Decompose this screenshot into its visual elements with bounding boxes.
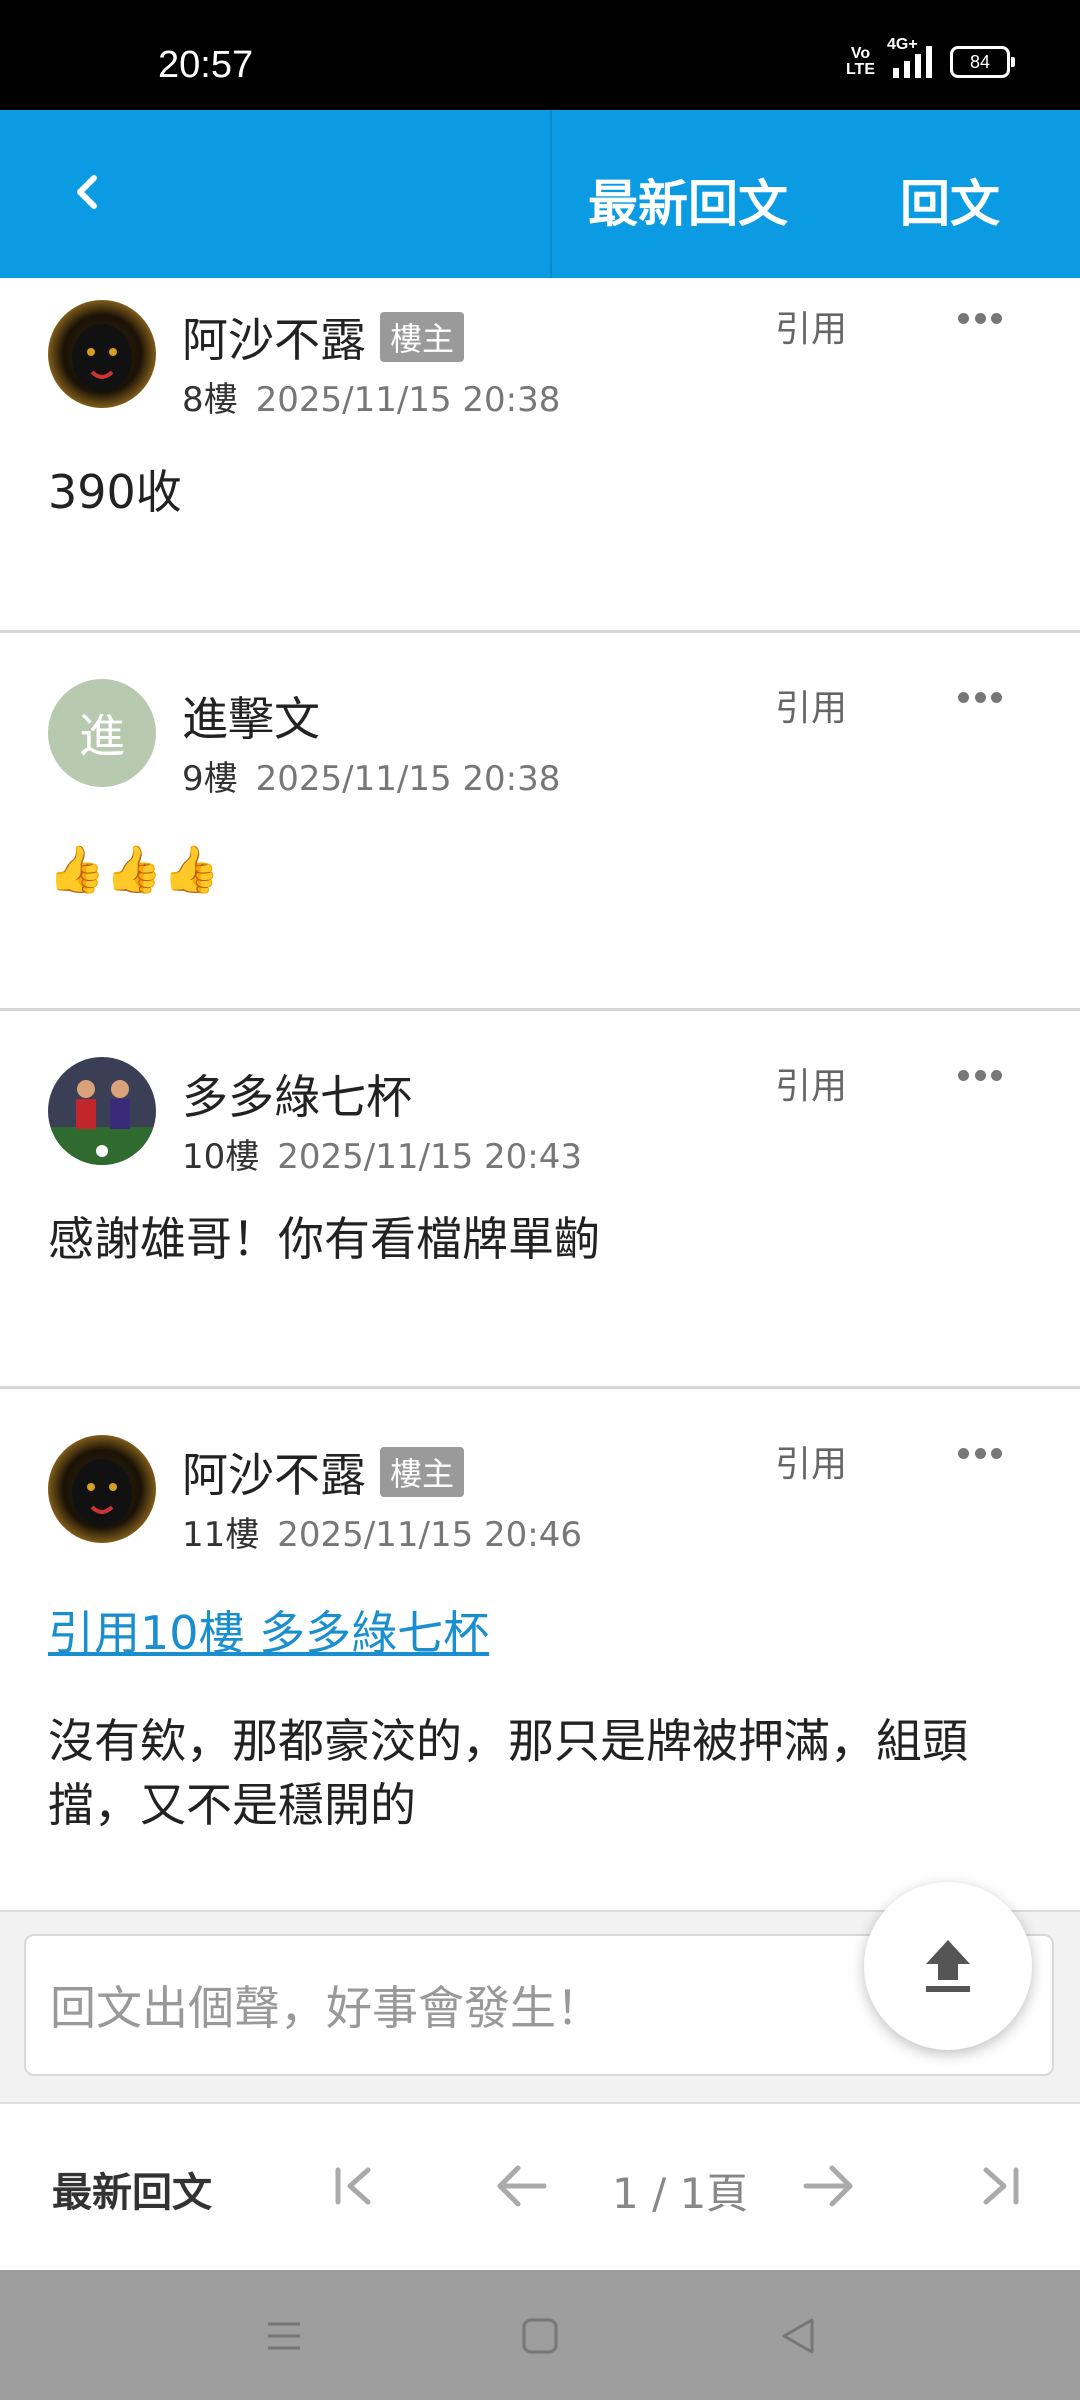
volte-icon: Vo LTE (845, 45, 875, 78)
home-button[interactable] (518, 2314, 562, 2358)
post-floor-10: 多多綠七杯 10樓 2025/11/15 20:43 引用 感謝雄哥！你有看檔牌單… (0, 1011, 1080, 1389)
app-bar-divider (550, 110, 552, 278)
author-name[interactable]: 阿沙不露 樓主 (182, 1439, 465, 1505)
post-floor-8: 阿沙不露 樓主 8樓 2025/11/15 20:38 引用 390收 (0, 278, 1080, 633)
back-nav-button[interactable] (776, 2314, 820, 2358)
post-content: 感謝雄哥！你有看檔牌單齣 (48, 1212, 600, 1266)
back-button[interactable] (58, 162, 118, 222)
post-content: 👍👍👍 (48, 842, 220, 896)
first-page-button[interactable] (324, 2154, 388, 2218)
quote-button[interactable]: 引用 (775, 300, 847, 352)
network-type: 4G+ (887, 36, 918, 53)
post-meta: 11樓 2025/11/15 20:46 (182, 1507, 582, 1556)
post-floor-9: 進 進擊文 9樓 2025/11/15 20:38 引用 👍👍👍 (0, 633, 1080, 1011)
panther-avatar-icon (48, 1435, 156, 1543)
menu-icon (268, 2322, 300, 2350)
post-content: 沒有欸，那都豪洨的，那只是牌被押滿，組頭擋，又不是穩開的 (48, 1714, 968, 1832)
arrow-left-icon (497, 2165, 547, 2207)
menu-button[interactable] (262, 2314, 306, 2358)
quote-reference-link[interactable]: 引用10樓 多多綠七杯 (48, 1597, 489, 1663)
floor-number: 9樓 (182, 759, 238, 799)
next-page-button[interactable] (796, 2154, 860, 2218)
app-bar: 最新回文 回文 (0, 110, 1080, 278)
post-floor-11: 阿沙不露 樓主 11樓 2025/11/15 20:46 引用 引用10樓 多多綠… (0, 1389, 1080, 1909)
upload-icon (926, 1940, 970, 1992)
last-page-icon (983, 2167, 1019, 2205)
scroll-top-button[interactable] (864, 1882, 1032, 2050)
first-page-icon (335, 2167, 371, 2205)
post-time: 2025/11/15 20:38 (255, 759, 561, 799)
status-bar: 20:57 Vo LTE 4G+ 84 (0, 0, 1080, 110)
avatar[interactable]: 進 (48, 679, 156, 787)
last-page-button[interactable] (966, 2154, 1030, 2218)
arrow-right-icon (803, 2165, 853, 2207)
avatar[interactable] (48, 300, 156, 408)
quote-button[interactable]: 引用 (775, 1057, 847, 1109)
more-options-icon[interactable] (958, 1070, 1002, 1084)
post-meta: 8樓 2025/11/15 20:38 (182, 372, 560, 421)
latest-replies-button[interactable]: 最新回文 (588, 164, 788, 236)
signal-icon: 4G+ (887, 36, 932, 78)
floor-number: 11樓 (182, 1515, 260, 1555)
battery-icon: 84 (950, 46, 1015, 78)
home-square-icon (522, 2318, 558, 2354)
pager-latest-label[interactable]: 最新回文 (52, 2160, 212, 2218)
more-options-icon[interactable] (958, 1448, 1002, 1462)
post-content: 390收 (48, 465, 182, 519)
author-name[interactable]: 進擊文 (182, 683, 320, 749)
avatar[interactable] (48, 1057, 156, 1165)
status-icons: Vo LTE 4G+ 84 (845, 36, 1015, 78)
author-name[interactable]: 阿沙不露 樓主 (182, 304, 465, 370)
post-meta: 10樓 2025/11/15 20:43 (182, 1129, 582, 1178)
more-options-icon[interactable] (958, 313, 1002, 327)
prev-page-button[interactable] (490, 2154, 554, 2218)
reply-button[interactable]: 回文 (900, 164, 1000, 236)
pager-bar: 最新回文 1 / 1頁 (0, 2102, 1080, 2272)
floor-number: 10樓 (182, 1137, 260, 1177)
avatar[interactable] (48, 1435, 156, 1543)
post-time: 2025/11/15 20:38 (255, 380, 561, 420)
triangle-back-icon (782, 2318, 814, 2354)
op-badge: 樓主 (380, 312, 465, 362)
status-time: 20:57 (158, 44, 254, 86)
post-meta: 9樓 2025/11/15 20:38 (182, 751, 560, 800)
page-indicator[interactable]: 1 / 1頁 (612, 2160, 748, 2221)
soccer-players-avatar-icon (48, 1057, 156, 1165)
author-name[interactable]: 多多綠七杯 (182, 1061, 412, 1127)
panther-avatar-icon (48, 300, 156, 408)
floor-number: 8樓 (182, 380, 238, 420)
post-time: 2025/11/15 20:46 (277, 1515, 583, 1555)
post-time: 2025/11/15 20:43 (277, 1137, 583, 1177)
quote-button[interactable]: 引用 (775, 1435, 847, 1487)
quote-button[interactable]: 引用 (775, 679, 847, 731)
chevron-left-icon (77, 175, 97, 209)
system-nav-bar (0, 2270, 1080, 2400)
avatar-letter: 進 (79, 709, 125, 763)
more-options-icon[interactable] (958, 692, 1002, 706)
op-badge: 樓主 (380, 1447, 465, 1497)
